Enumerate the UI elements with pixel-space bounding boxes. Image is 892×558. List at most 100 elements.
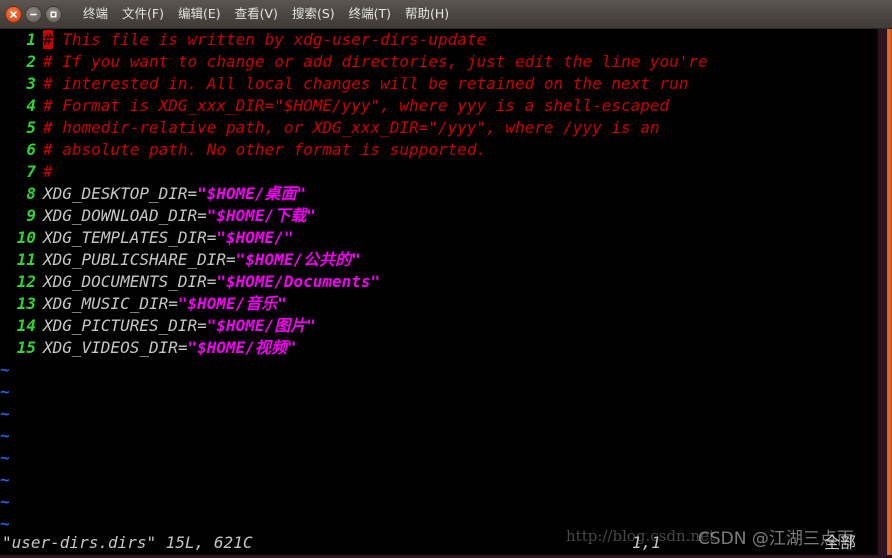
line-number-gutter <box>36 29 43 51</box>
editor-empty-line: ~ <box>0 447 892 469</box>
line-number-gutter <box>36 315 43 337</box>
status-cursor-position: 1,1 <box>632 533 661 552</box>
line-number: 14 <box>16 316 36 335</box>
line-number: 9 <box>26 206 36 225</box>
line-number: 15 <box>16 338 36 357</box>
text-cursor: # <box>43 30 53 49</box>
menu-terminal[interactable]: 终端(T) <box>342 4 398 24</box>
line-number-gutter <box>36 117 43 139</box>
line-number-gutter <box>36 271 43 293</box>
editor-line[interactable]: 9 XDG_DOWNLOAD_DIR="$HOME/下载" <box>0 205 892 227</box>
line-number-gutter <box>36 95 43 117</box>
code-token-strval: "$HOME/公共的" <box>235 250 361 269</box>
editor-line[interactable]: 15 XDG_VIDEOS_DIR="$HOME/视频" <box>0 337 892 359</box>
line-number: 7 <box>26 162 36 181</box>
terminal-window: 终端 文件(F) 编辑(E) 查看(V) 搜索(S) 终端(T) 帮助(H) 1… <box>0 0 892 558</box>
editor-line[interactable]: 5 # homedir-relative path, or XDG_xxx_DI… <box>0 117 892 139</box>
code-token-varname: XDG_DOCUMENTS_DIR= <box>43 272 217 291</box>
editor-line[interactable]: 6 # absolute path. No other format is su… <box>0 139 892 161</box>
code-token-varname: XDG_DOWNLOAD_DIR= <box>43 206 207 225</box>
menu-file[interactable]: 文件(F) <box>115 4 171 24</box>
vim-status-line: "user-dirs.dirs" 15L, 621C 1,1 全部 <box>0 531 892 555</box>
editor-line[interactable]: 12 XDG_DOCUMENTS_DIR="$HOME/Documents" <box>0 271 892 293</box>
line-number: 11 <box>16 250 36 269</box>
scrollbar[interactable] <box>877 29 892 558</box>
status-filename: "user-dirs.dirs" 15L, 621C <box>2 533 253 552</box>
code-token-strval: "$HOME/下载" <box>206 206 316 225</box>
minimize-icon[interactable] <box>25 5 42 23</box>
maximize-icon[interactable] <box>45 5 62 23</box>
editor-line[interactable]: 1 # This file is written by xdg-user-dir… <box>0 29 892 51</box>
code-token-comment: # interested in. All local changes will … <box>43 74 689 93</box>
code-token-comment: # Format is XDG_xxx_DIR="$HOME/yyy", whe… <box>43 96 670 115</box>
editor-line[interactable]: 10 XDG_TEMPLATES_DIR="$HOME/" <box>0 227 892 249</box>
editor-line[interactable]: 4 # Format is XDG_xxx_DIR="$HOME/yyy", w… <box>0 95 892 117</box>
editor-empty-line: ~ <box>0 425 892 447</box>
line-number-gutter <box>36 205 43 227</box>
code-token-comment: This file is written by xdg-user-dirs-up… <box>52 30 487 49</box>
editor-empty-line: ~ <box>0 469 892 491</box>
window-title: 终端 <box>83 6 109 21</box>
line-number: 10 <box>16 228 36 247</box>
code-token-varname: XDG_PUBLICSHARE_DIR= <box>43 250 236 269</box>
menu-edit[interactable]: 编辑(E) <box>171 4 228 24</box>
menu-search[interactable]: 搜索(S) <box>285 4 342 24</box>
menu-view[interactable]: 查看(V) <box>228 4 285 24</box>
empty-line-marker: ~ <box>0 448 10 467</box>
status-view-indicator: 全部 <box>824 533 857 552</box>
scrollbar-thumb[interactable] <box>887 29 892 558</box>
line-number: 12 <box>16 272 36 291</box>
editor-empty-line: ~ <box>0 403 892 425</box>
editor-line[interactable]: 13 XDG_MUSIC_DIR="$HOME/音乐" <box>0 293 892 315</box>
editor-line[interactable]: 3 # interested in. All local changes wil… <box>0 73 892 95</box>
line-number: 1 <box>26 30 36 49</box>
line-number: 6 <box>26 140 36 159</box>
editor-empty-line: ~ <box>0 491 892 513</box>
code-token-varname: XDG_DESKTOP_DIR= <box>43 184 198 203</box>
editor-empty-line: ~ <box>0 359 892 381</box>
line-number-gutter <box>36 161 43 183</box>
empty-line-marker: ~ <box>0 426 10 445</box>
terminal-body[interactable]: 1 # This file is written by xdg-user-dir… <box>0 29 892 558</box>
empty-line-marker: ~ <box>0 382 10 401</box>
code-token-varname: XDG_PICTURES_DIR= <box>43 316 207 335</box>
line-number-gutter <box>36 337 43 359</box>
line-number-gutter <box>36 73 43 95</box>
editor-empty-line: ~ <box>0 381 892 403</box>
vim-buffer: 1 # This file is written by xdg-user-dir… <box>0 29 892 535</box>
editor-line[interactable]: 2 # If you want to change or add directo… <box>0 51 892 73</box>
code-token-strval: "$HOME/桌面" <box>197 184 307 203</box>
editor-line[interactable]: 8 XDG_DESKTOP_DIR="$HOME/桌面" <box>0 183 892 205</box>
line-number: 3 <box>26 74 36 93</box>
editor-line[interactable]: 14 XDG_PICTURES_DIR="$HOME/图片" <box>0 315 892 337</box>
editor-line[interactable]: 7 # <box>0 161 892 183</box>
empty-line-marker: ~ <box>0 360 10 379</box>
close-icon[interactable] <box>5 5 22 23</box>
line-number-gutter <box>36 51 43 73</box>
code-token-comment: # homedir-relative path, or XDG_xxx_DIR=… <box>43 118 660 137</box>
window-titlebar: 终端 文件(F) 编辑(E) 查看(V) 搜索(S) 终端(T) 帮助(H) <box>0 0 892 29</box>
code-token-varname: XDG_VIDEOS_DIR= <box>43 338 188 357</box>
editor-line[interactable]: 11 XDG_PUBLICSHARE_DIR="$HOME/公共的" <box>0 249 892 271</box>
line-number-gutter <box>36 293 43 315</box>
code-token-varname: XDG_MUSIC_DIR= <box>43 294 178 313</box>
line-number-gutter <box>36 227 43 249</box>
line-number-gutter <box>36 249 43 271</box>
code-token-varname: XDG_TEMPLATES_DIR= <box>43 228 217 247</box>
empty-line-marker: ~ <box>0 404 10 423</box>
code-token-strval: "$HOME/" <box>216 228 294 247</box>
line-number: 13 <box>16 294 36 313</box>
menu-help[interactable]: 帮助(H) <box>398 4 456 24</box>
code-token-comment: # If you want to change or add directori… <box>43 52 708 71</box>
line-number: 4 <box>26 96 36 115</box>
code-token-comment: # absolute path. No other format is supp… <box>43 140 487 159</box>
line-number: 5 <box>26 118 36 137</box>
code-token-strval: "$HOME/音乐" <box>177 294 287 313</box>
code-token-strval: "$HOME/图片" <box>206 316 316 335</box>
line-number-gutter <box>36 139 43 161</box>
empty-line-marker: ~ <box>0 470 10 489</box>
code-token-comment: # <box>43 162 53 181</box>
line-number: 8 <box>26 184 36 203</box>
line-number-gutter <box>36 183 43 205</box>
line-number: 2 <box>26 52 36 71</box>
